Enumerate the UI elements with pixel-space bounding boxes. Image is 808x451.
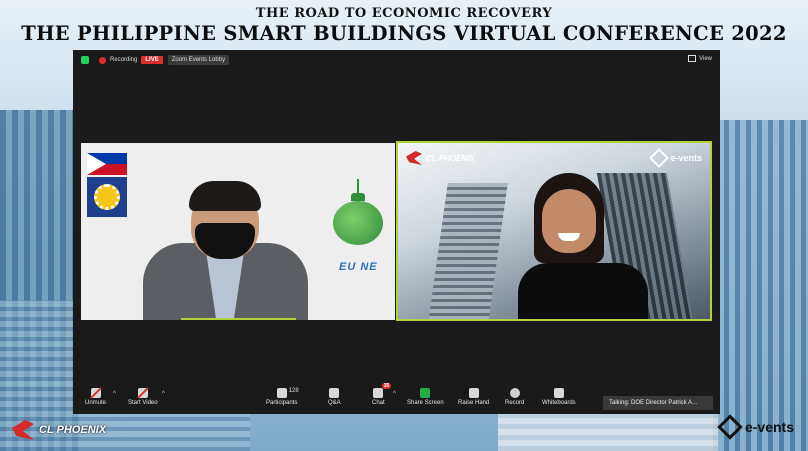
speaker-female-host	[518, 173, 648, 319]
zoom-top-bar: Recording LIVE Zoom Events Lobby View	[73, 50, 720, 70]
footer-cl-phoenix-logo: CL PHOENIX	[12, 420, 106, 440]
background-tower-left	[428, 183, 508, 319]
e-vents-logo: e-vents	[649, 148, 702, 168]
view-label: View	[699, 55, 712, 62]
hand-icon	[468, 388, 479, 398]
energy-bulb-globe-logo	[329, 179, 387, 249]
zoom-window: Recording LIVE Zoom Events Lobby View EU…	[73, 50, 720, 414]
recording-label: Recording	[110, 57, 138, 63]
qa-button[interactable]: Q&A	[328, 388, 341, 406]
phoenix-icon	[12, 420, 34, 440]
diamond-icon	[649, 148, 670, 168]
microphone-muted-icon	[89, 387, 102, 399]
audio-options-caret[interactable]: ^	[113, 391, 116, 397]
record-label: Record	[505, 400, 525, 406]
conference-title: THE PHILIPPINE SMART BUILDINGS VIRTUAL C…	[21, 22, 787, 45]
recording-icon	[99, 56, 106, 64]
qa-label: Q&A	[328, 400, 341, 406]
live-badge[interactable]: LIVE	[141, 56, 163, 64]
view-button[interactable]: View	[688, 55, 712, 62]
e-vents-text: e-vents	[670, 153, 702, 163]
raise-hand-button[interactable]: Raise Hand	[458, 388, 489, 406]
whiteboards-label: Whiteboards	[542, 400, 576, 406]
eu-ne-logo-text: EU NE	[339, 261, 378, 273]
speaker-male-masked	[143, 181, 308, 320]
chat-icon: 35	[373, 383, 392, 398]
cl-phoenix-text: CL PHOENIX	[426, 153, 475, 163]
chat-label: Chat	[372, 400, 385, 406]
unmute-button[interactable]: Unmute	[85, 387, 107, 406]
qa-icon	[329, 388, 340, 398]
video-camera-off-icon	[137, 387, 149, 399]
whiteboards-button[interactable]: Whiteboards	[542, 388, 576, 406]
cl-phoenix-logo: CL PHOENIX	[406, 151, 475, 165]
doe-seal-logo	[87, 177, 127, 217]
conference-subtitle: THE ROAD TO ECONOMIC RECOVERY	[255, 6, 553, 21]
video-options-caret[interactable]: ^	[162, 391, 165, 397]
participants-icon: 128	[276, 388, 299, 398]
footer-e-vents-text: e-vents	[744, 419, 794, 435]
chat-badge: 35	[381, 383, 392, 389]
participants-button[interactable]: 128 Participants	[266, 388, 299, 406]
phoenix-icon	[406, 151, 422, 165]
talking-indicator: Talking: DOE Director Patrick A...	[603, 396, 713, 410]
video-tile-right-active-speaker[interactable]: CL PHOENIX e-vents	[396, 141, 712, 321]
diamond-icon	[717, 414, 743, 440]
unmute-label: Unmute	[85, 400, 107, 406]
participants-count: 128	[288, 388, 299, 394]
whiteboard-icon	[553, 388, 564, 398]
video-tile-left[interactable]: EU NE	[81, 143, 395, 320]
share-screen-label: Share Screen	[407, 400, 444, 406]
zoom-events-lobby-button[interactable]: Zoom Events Lobby	[167, 55, 230, 65]
record-button[interactable]: Record	[505, 388, 524, 406]
raise-hand-label: Raise Hand	[458, 400, 490, 406]
start-video-label: Start Video	[128, 400, 158, 406]
participants-label: Participants	[266, 400, 298, 406]
chat-options-caret[interactable]: ^	[393, 391, 396, 397]
share-screen-button[interactable]: Share Screen	[407, 388, 444, 406]
background-building-right	[713, 120, 808, 451]
footer-e-vents-logo: e-vents	[717, 414, 794, 440]
philippine-flag	[87, 153, 127, 175]
shield-icon[interactable]	[81, 56, 89, 64]
footer-cl-phoenix-text: CL PHOENIX	[39, 424, 107, 436]
grid-icon	[688, 55, 697, 62]
record-icon	[509, 388, 520, 398]
name-tag-strip	[181, 318, 296, 320]
chat-button[interactable]: 35 Chat	[372, 383, 392, 406]
share-screen-icon	[420, 388, 431, 398]
start-video-button[interactable]: Start Video	[128, 387, 158, 406]
